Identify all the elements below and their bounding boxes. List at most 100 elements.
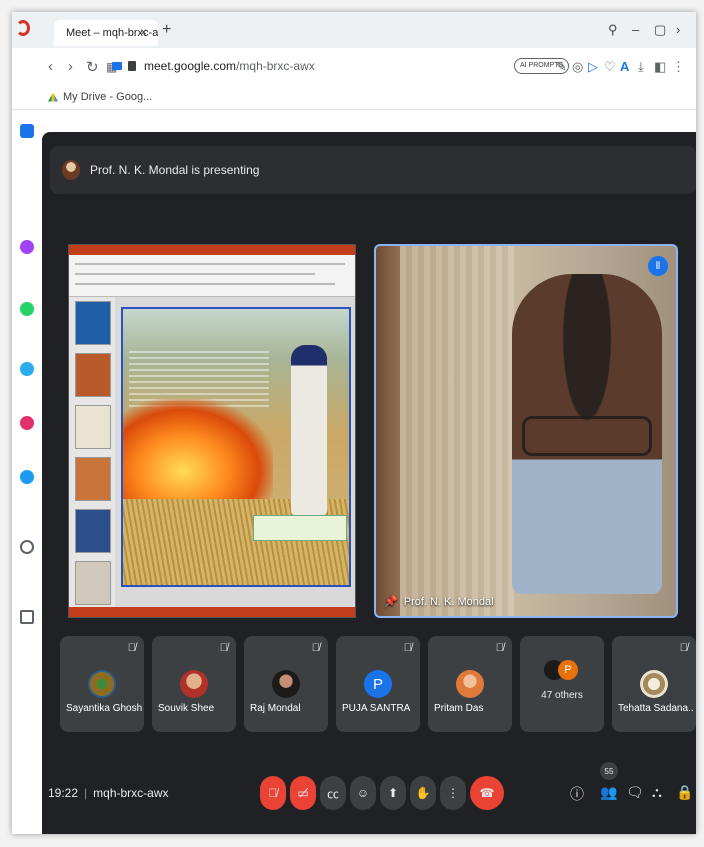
powerpoint-title-bar	[69, 245, 355, 255]
participant-name: Tehatta Sadana...	[618, 703, 694, 714]
activities-icon[interactable]: ⛬	[652, 784, 662, 801]
extension-icon[interactable]: ✎	[556, 59, 567, 75]
people-icon[interactable]: 👥	[600, 784, 617, 801]
presenter-name: Prof. N. K. Mondal	[403, 595, 494, 608]
back-icon[interactable]: ‹	[48, 58, 53, 75]
slide-thumbnails	[69, 297, 115, 607]
messenger-icon[interactable]	[20, 240, 34, 254]
mic-off-icon: 🎙̸	[219, 642, 228, 654]
captions-button[interactable]: ㏄	[320, 776, 346, 810]
reload-icon[interactable]: ↻	[86, 58, 99, 76]
ribbon-line	[75, 283, 335, 285]
phone-hangup-icon: ☎	[479, 786, 495, 800]
tab-close-icon[interactable]: ×	[140, 25, 147, 39]
participant-name: Souvik Shee	[158, 703, 215, 714]
camera-indicator-icon[interactable]	[112, 62, 122, 70]
avatar-letter: P	[364, 670, 392, 698]
present-button[interactable]: ⬆	[380, 776, 406, 810]
mic-off-icon: 🎙̸	[127, 642, 136, 654]
mic-toggle-button[interactable]: 🎙̸	[260, 776, 286, 810]
tab-search-icon[interactable]: ⚲	[608, 22, 618, 38]
slide-stubble-burning	[121, 307, 351, 587]
participant-tile[interactable]: 🎙̸ P PUJA SANTRA	[336, 636, 420, 732]
screen-share-tile[interactable]	[68, 244, 356, 618]
slide-thumbnail	[75, 353, 111, 397]
app-icon[interactable]	[20, 124, 34, 138]
pin-icon[interactable]: 📌	[384, 595, 398, 608]
ribbon-line	[75, 263, 345, 265]
avatar	[180, 670, 208, 698]
heart-icon[interactable]: ♡	[604, 59, 616, 75]
meet-toolbar: 19:22 | mqh-brxc-awx 🎙̸ ▭̸ ㏄ ☺ ⬆ ✋ ⋮ ☎ ⓘ 5…	[42, 758, 696, 824]
menu-icon[interactable]: ⋮	[672, 59, 685, 75]
chat-icon[interactable]: 🗨	[626, 784, 644, 801]
screenshot-icon[interactable]: ◎	[572, 59, 583, 75]
slide-thumbnail	[75, 509, 111, 553]
play-icon[interactable]: ▷	[588, 59, 598, 75]
participant-tile[interactable]: 🎙̸ Tehatta Sadana...	[612, 636, 696, 732]
instagram-icon[interactable]	[20, 416, 34, 430]
captions-icon: ㏄	[326, 786, 339, 801]
participant-name: Raj Mondal	[250, 703, 301, 714]
farmer-figure	[291, 345, 327, 515]
slide-thumbnail	[75, 457, 111, 501]
bookmarks-bar: My Drive - Goog...	[12, 86, 696, 110]
participant-tile[interactable]: 🎙̸ Sayantika Ghosh	[60, 636, 144, 732]
app-side-strip	[12, 110, 42, 834]
participant-tile[interactable]: 🎙̸ Pritam Das	[428, 636, 512, 732]
bookmark-my-drive[interactable]: My Drive - Goog...	[48, 91, 152, 103]
emoji-icon: ☺	[356, 786, 370, 800]
camera-toggle-button[interactable]: ▭̸	[290, 776, 316, 810]
profile-icon[interactable]: A	[620, 59, 629, 74]
others-tile[interactable]: P 47 others	[520, 636, 604, 732]
raise-hand-button[interactable]: ✋	[410, 776, 436, 810]
participant-name: Pritam Das	[434, 703, 484, 714]
presenter-video-tile[interactable]: ⦀ 📌 Prof. N. K. Mondal	[374, 244, 678, 618]
ribbon-line	[75, 273, 315, 275]
participant-name: PUJA SANTRA	[342, 703, 411, 714]
camera-off-icon: ▭̸	[297, 786, 309, 800]
slide-thumbnail	[75, 301, 111, 345]
download-icon[interactable]: ⤓	[638, 59, 644, 75]
people-count-badge: 55	[600, 762, 618, 780]
settings-icon[interactable]	[20, 540, 34, 554]
forward-icon[interactable]: ›	[68, 58, 73, 75]
new-tab-button[interactable]: +	[162, 21, 171, 39]
chevron-right-icon[interactable]: ›	[676, 22, 680, 37]
leave-call-button[interactable]: ☎	[470, 776, 504, 810]
whatsapp-icon[interactable]	[20, 302, 34, 316]
meet-area: Prof. N. K. Mondal is presenting ⦀ 📌 Pro…	[42, 132, 696, 834]
url-domain: meet.google.com	[144, 59, 237, 73]
sidebar-icon[interactable]: ◧	[654, 59, 666, 75]
speaking-indicator-icon: ⦀	[648, 256, 668, 276]
more-options-button[interactable]: ⋮	[440, 776, 466, 810]
avatar	[272, 670, 300, 698]
host-controls-icon[interactable]: 🔒	[676, 784, 693, 801]
minimize-icon[interactable]: –	[632, 22, 639, 37]
telegram-icon[interactable]	[20, 362, 34, 376]
more-vert-icon: ⋮	[447, 786, 459, 800]
video-name-label: 📌 Prof. N. K. Mondal	[384, 595, 494, 609]
url-field[interactable]: meet.google.com/mqh-brxc-awx	[144, 59, 315, 73]
participant-name: Sayantika Ghosh	[66, 703, 142, 714]
participant-tile[interactable]: 🎙̸ Raj Mondal	[244, 636, 328, 732]
more-icon[interactable]	[20, 610, 34, 624]
glasses-shape	[522, 416, 652, 456]
avatar	[456, 670, 484, 698]
presenting-text: Prof. N. K. Mondal is presenting	[90, 163, 260, 177]
participant-tile[interactable]: 🎙̸ Souvik Shee	[152, 636, 236, 732]
presenting-banner: Prof. N. K. Mondal is presenting	[50, 146, 696, 194]
background-curtain	[400, 246, 520, 616]
browser-logo-icon	[16, 20, 30, 36]
url-path: /mqh-brxc-awx	[236, 59, 315, 73]
twitter-icon[interactable]	[20, 470, 34, 484]
info-icon[interactable]: ⓘ	[570, 784, 584, 804]
others-count: 47 others	[541, 690, 583, 701]
drive-icon	[48, 92, 58, 102]
emoji-button[interactable]: ☺	[350, 776, 376, 810]
maximize-icon[interactable]: ▢	[654, 22, 666, 38]
mic-off-icon: 🎙̸	[268, 786, 278, 800]
lock-icon[interactable]	[128, 61, 136, 71]
avatar-letter: P	[558, 660, 578, 680]
avatar	[88, 670, 116, 698]
